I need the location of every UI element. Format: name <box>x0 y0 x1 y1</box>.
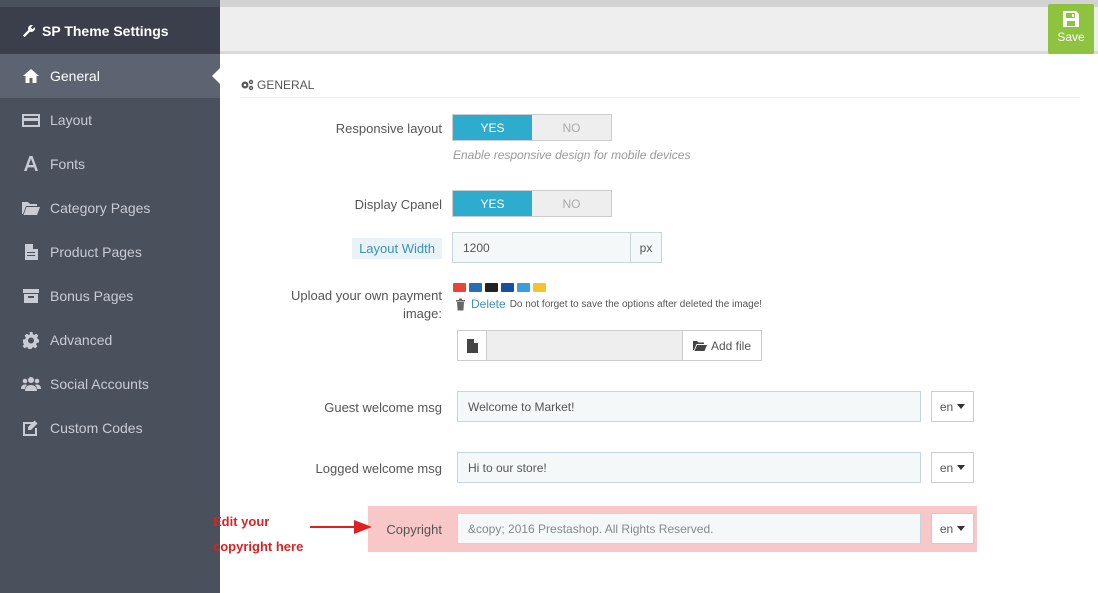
responsive-layout-toggle[interactable]: YES NO <box>452 114 612 141</box>
responsive-layout-label: Responsive layout <box>335 121 442 136</box>
file-icon <box>458 331 487 360</box>
copyright-input[interactable]: &copy; 2016 Prestashop. All Rights Reser… <box>457 513 921 544</box>
save-button[interactable]: Save <box>1048 4 1094 54</box>
toggle-no[interactable]: NO <box>532 191 611 216</box>
layout-width-input[interactable]: 1200 <box>452 232 631 263</box>
section-title: GENERAL <box>257 77 315 92</box>
responsive-layout-hint: Enable responsive design for mobile devi… <box>453 148 691 162</box>
home-icon <box>20 66 42 86</box>
sidebar-item-label: Bonus Pages <box>50 288 134 304</box>
sidebar-item-label: Advanced <box>50 332 113 348</box>
users-icon <box>20 374 42 394</box>
toggle-yes[interactable]: YES <box>453 191 532 216</box>
app-root: SP Theme Settings General Layout Fonts C… <box>0 0 1098 593</box>
toggle-yes[interactable]: YES <box>453 115 532 140</box>
lang-code: en <box>939 399 954 414</box>
edit-icon <box>20 418 42 438</box>
sidebar-item-label: Custom Codes <box>50 420 143 436</box>
toolbar-divider <box>220 0 1098 7</box>
floppy-disk-icon <box>1063 11 1079 27</box>
sidebar-item-social-accounts[interactable]: Social Accounts <box>0 362 220 406</box>
archive-icon <box>20 286 42 306</box>
caret-down-icon <box>957 404 966 409</box>
sidebar-item-label: Fonts <box>50 156 86 172</box>
payment-card-icon <box>485 283 498 292</box>
sidebar-item-bonus-pages[interactable]: Bonus Pages <box>0 274 220 318</box>
layout-width-unit: px <box>630 232 662 263</box>
sidebar: SP Theme Settings General Layout Fonts C… <box>0 0 220 593</box>
trash-icon <box>456 298 465 310</box>
logged-welcome-lang-select[interactable]: en <box>931 452 974 483</box>
add-file-button[interactable]: Add file <box>683 331 761 360</box>
sidebar-item-product-pages[interactable]: Product Pages <box>0 230 220 274</box>
guest-welcome-input[interactable]: Welcome to Market! <box>457 391 921 422</box>
payment-card-icon <box>517 283 530 292</box>
sidebar-item-label: Product Pages <box>50 244 142 260</box>
file-icon <box>20 242 42 262</box>
file-upload: Add file <box>457 330 762 361</box>
folder-open-icon <box>692 341 707 351</box>
file-name-field[interactable] <box>487 331 683 360</box>
payment-card-icon <box>501 283 514 292</box>
credit-card-icon <box>20 110 42 130</box>
sidebar-item-fonts[interactable]: Fonts <box>0 142 220 186</box>
sidebar-item-general[interactable]: General <box>0 54 220 98</box>
delete-image-row: Delete Do not forget to save the options… <box>455 297 762 311</box>
gears-icon <box>241 79 254 90</box>
payment-card-icon <box>453 283 466 292</box>
sidebar-item-custom-codes[interactable]: Custom Codes <box>0 406 220 450</box>
delete-image-note: Do not forget to save the options after … <box>509 298 763 310</box>
payment-image-label-line1: Upload your own payment <box>290 288 442 303</box>
sidebar-menu: General Layout Fonts Category Pages Prod… <box>0 54 220 450</box>
wrench-icon <box>22 24 35 37</box>
toggle-no[interactable]: NO <box>532 115 611 140</box>
annotation-line2: copyright here <box>213 539 304 554</box>
folder-open-icon <box>20 198 42 218</box>
delete-image-link[interactable]: Delete <box>471 297 506 311</box>
sidebar-item-label: Social Accounts <box>50 376 149 392</box>
guest-welcome-lang-select[interactable]: en <box>931 391 974 422</box>
lang-code: en <box>939 521 954 536</box>
copyright-lang-select[interactable]: en <box>931 513 974 544</box>
font-icon <box>20 154 42 174</box>
payment-image-label: Upload your own payment image: <box>250 287 442 323</box>
caret-down-icon <box>957 526 966 531</box>
save-label: Save <box>1057 30 1085 44</box>
sidebar-item-advanced[interactable]: Advanced <box>0 318 220 362</box>
sidebar-header: SP Theme Settings <box>0 7 220 54</box>
add-file-label: Add file <box>710 338 752 353</box>
payment-card-icon <box>533 283 546 292</box>
sidebar-item-label: Layout <box>50 112 93 128</box>
payment-image-preview <box>453 283 546 292</box>
sidebar-item-category-pages[interactable]: Category Pages <box>0 186 220 230</box>
layout-width-label: Layout Width <box>352 238 442 259</box>
toolbar <box>220 0 1098 54</box>
gear-icon <box>20 330 42 350</box>
display-cpanel-label: Display Cpanel <box>354 197 442 212</box>
sidebar-item-label: Category Pages <box>50 200 151 216</box>
payment-card-icon <box>469 283 482 292</box>
logged-welcome-label: Logged welcome msg <box>315 461 442 476</box>
annotation-line1: Edit your <box>213 514 270 529</box>
lang-code: en <box>939 460 954 475</box>
sidebar-item-layout[interactable]: Layout <box>0 98 220 142</box>
section-header: GENERAL <box>240 72 1080 98</box>
copyright-annotation: Edit your copyright here <box>213 509 303 559</box>
guest-welcome-label: Guest welcome msg <box>324 400 442 415</box>
logged-welcome-input[interactable]: Hi to our store! <box>457 452 921 483</box>
caret-down-icon <box>957 465 966 470</box>
app-title: SP Theme Settings <box>42 22 169 39</box>
display-cpanel-toggle[interactable]: YES NO <box>452 190 612 217</box>
sidebar-item-label: General <box>50 68 100 84</box>
annotation-arrow-icon <box>310 520 372 534</box>
payment-image-label-line2: image: <box>402 306 442 321</box>
